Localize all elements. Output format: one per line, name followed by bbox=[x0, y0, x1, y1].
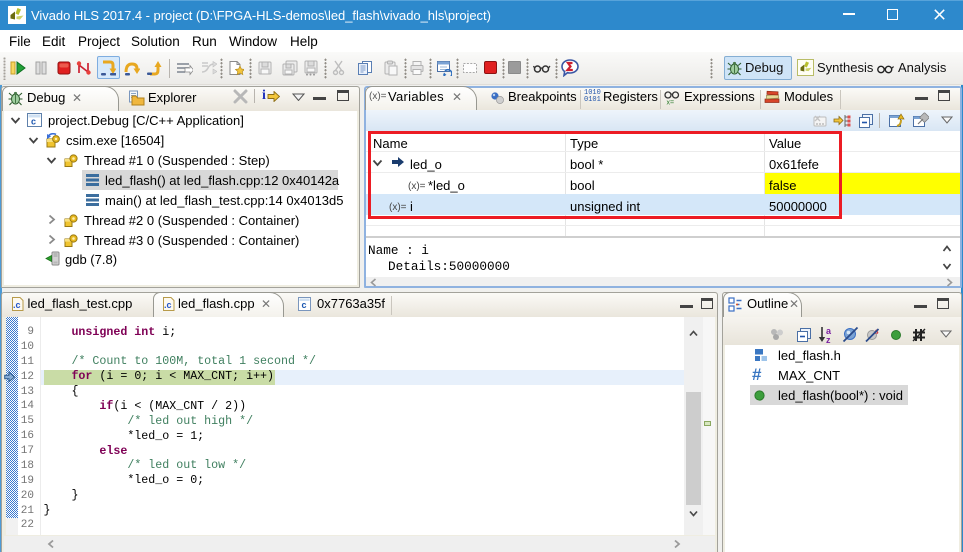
svg-text:z: z bbox=[826, 335, 831, 344]
svg-text:.c: .c bbox=[13, 300, 21, 310]
svg-text:x=: x= bbox=[667, 100, 675, 106]
svg-text:.c: .c bbox=[164, 300, 172, 310]
svg-text:c: c bbox=[31, 117, 36, 127]
svg-text:c: c bbox=[302, 300, 307, 310]
